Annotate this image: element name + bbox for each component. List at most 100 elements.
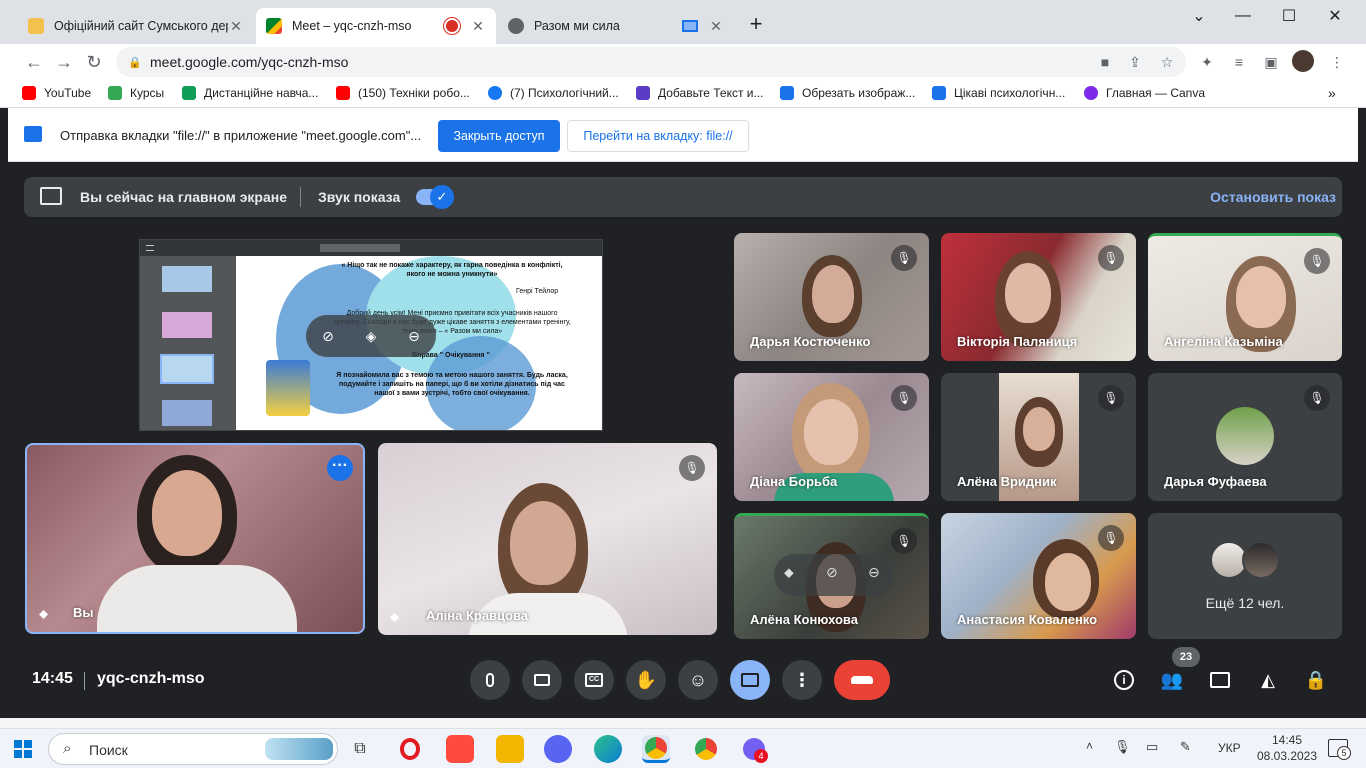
coat-of-arms-icon xyxy=(28,18,44,34)
address-bar[interactable]: 🔒 meet.google.com/yqc-cnzh-mso xyxy=(116,47,1186,77)
thumbnail-3[interactable] xyxy=(160,354,214,384)
remove-icon[interactable]: ⊖ xyxy=(404,326,424,346)
thumbnail-2[interactable] xyxy=(162,312,212,338)
pin-icon[interactable]: ⬥ xyxy=(784,564,794,581)
participant-tile[interactable]: 🎙 Вікторія Паляниця xyxy=(941,233,1136,361)
more-options-button[interactable]: ··· xyxy=(327,455,353,481)
close-icon[interactable]: ✕ xyxy=(228,18,244,35)
participant-tile[interactable]: 🎙 Анастасия Коваленко xyxy=(941,513,1136,639)
audio-label: Звук показа xyxy=(318,189,401,205)
more-participants-tile[interactable]: Ещё 12 чел. xyxy=(1148,513,1342,639)
bookmarks-bar: YouTube Курсы Дистанційне навча... (150)… xyxy=(0,78,1366,108)
participant-tile[interactable]: 🎙 Діана Борьба xyxy=(734,373,929,501)
hand-icon: ✋ xyxy=(634,669,658,690)
taskbar-search[interactable]: ⌕ Поиск xyxy=(48,733,338,765)
thumbnail-1[interactable] xyxy=(162,266,212,292)
reactions-button[interactable]: ☺ xyxy=(678,660,718,700)
participant-tile[interactable]: 🎙 Дарья Костюченко xyxy=(734,233,929,361)
discord-icon[interactable] xyxy=(544,735,572,763)
language-indicator[interactable]: УКР xyxy=(1218,741,1241,755)
host-controls-button[interactable]: 🔒 xyxy=(1302,666,1330,694)
captions-button[interactable]: CC xyxy=(574,660,614,700)
media-icon[interactable]: ≡ xyxy=(1226,49,1252,75)
pin-off-icon[interactable]: ⊘ xyxy=(318,326,338,346)
stop-presenting-button[interactable]: Остановить показ xyxy=(1210,189,1336,205)
chrome-icon[interactable] xyxy=(692,735,720,763)
notification-icon[interactable]: 5 xyxy=(1328,739,1351,760)
microphone-icon[interactable]: 🎙 xyxy=(1114,739,1131,755)
mic-button[interactable] xyxy=(470,660,510,700)
participant-tile-main[interactable]: 🎙 ⬥ Аліна Кравцова xyxy=(378,443,717,635)
participant-tile[interactable]: 🎙 Ангеліна Казьміна xyxy=(1148,233,1342,361)
pen-icon[interactable]: ✎ xyxy=(1180,739,1191,755)
meeting-info-button[interactable]: i xyxy=(1110,666,1138,694)
forward-button[interactable]: → xyxy=(50,48,78,76)
activities-button[interactable]: ◭ xyxy=(1254,666,1282,694)
chat-button[interactable] xyxy=(1206,666,1234,694)
back-button[interactable]: ← xyxy=(20,48,48,76)
raise-hand-button[interactable]: ✋ xyxy=(626,660,666,700)
participant-name: Діана Борьба xyxy=(750,474,838,489)
windows-start-icon[interactable] xyxy=(14,740,32,758)
new-tab-button[interactable]: + xyxy=(744,12,768,36)
menu-icon[interactable]: ⋮ xyxy=(1324,49,1350,75)
close-icon[interactable]: ✕ xyxy=(470,18,486,35)
clock-date[interactable]: 08.03.2023 xyxy=(1254,749,1320,763)
viber-icon[interactable]: 4 xyxy=(740,735,768,763)
more-options-button[interactable]: ⋮ xyxy=(782,660,822,700)
speaker-icon[interactable]: ◈ xyxy=(361,326,381,346)
star-icon[interactable]: ☆ xyxy=(1154,49,1180,75)
avatar[interactable] xyxy=(1292,50,1314,72)
opera-icon[interactable] xyxy=(396,735,424,763)
lock-icon: 🔒 xyxy=(128,57,142,69)
more-bookmarks-icon[interactable]: » xyxy=(1328,84,1336,102)
tab-razom[interactable]: Разом ми сила ✕ xyxy=(498,8,734,44)
participant-tile[interactable]: 🎙 Дарья Фуфаева xyxy=(1148,373,1342,501)
camera-icon[interactable]: ■ xyxy=(1092,49,1118,75)
maximize-button[interactable]: ☐ xyxy=(1266,0,1312,32)
battery-icon[interactable]: ▭ xyxy=(1146,739,1158,755)
participant-tile[interactable]: ⬥ ⊘ ⊖ 🎙 Алёна Конюхова xyxy=(734,513,929,639)
pin-icon[interactable]: ⬥ xyxy=(390,609,399,625)
bookmark-techniques[interactable]: (150) Техніки робо... xyxy=(336,84,470,102)
leave-call-button[interactable] xyxy=(834,660,890,700)
share-icon[interactable]: ⇪ xyxy=(1122,49,1148,75)
close-window-button[interactable]: ✕ xyxy=(1312,0,1358,32)
self-tile[interactable]: ··· ⬥ Вы xyxy=(25,443,365,634)
close-icon[interactable]: ✕ xyxy=(708,18,724,35)
bookmark-distance[interactable]: Дистанційне навча... xyxy=(182,84,318,102)
goto-tab-button[interactable]: Перейти на вкладку: file:// xyxy=(567,120,749,152)
reload-button[interactable]: ↻ xyxy=(80,48,108,76)
participant-tile[interactable]: 🎙 Алёна Вридник xyxy=(941,373,1136,501)
clock-time[interactable]: 14:45 xyxy=(1262,733,1312,747)
audio-toggle[interactable]: ✓ xyxy=(416,185,454,209)
minimize-button[interactable]: — xyxy=(1220,0,1266,32)
tab-meet[interactable]: Meet – yqc-cnzh-mso ✕ xyxy=(256,8,496,44)
tab-sumy-site[interactable]: Офіційний сайт Сумського дер ✕ xyxy=(18,8,254,44)
stop-sharing-button[interactable]: Закрыть доступ xyxy=(438,120,560,152)
bookmark-psych[interactable]: (7) Психологічний... xyxy=(488,84,619,102)
mute-icon[interactable]: ⊘ xyxy=(826,564,838,581)
remove-icon[interactable]: ⊖ xyxy=(868,564,880,581)
presenting-bar: Вы сейчас на главном экране Звук показа … xyxy=(24,177,1342,217)
chrome-icon-active[interactable] xyxy=(642,735,670,763)
present-button[interactable] xyxy=(730,660,770,700)
file-explorer-icon[interactable] xyxy=(496,735,524,763)
bookmark-text[interactable]: Добавьте Текст и... xyxy=(636,84,764,102)
thumbnail-4[interactable] xyxy=(162,400,212,426)
sidepanel-icon[interactable]: ▣ xyxy=(1258,49,1284,75)
extensions-icon[interactable]: ✦ xyxy=(1194,49,1220,75)
camera-app-icon[interactable] xyxy=(446,735,474,763)
bookmark-canva[interactable]: Главная — Canva xyxy=(1084,84,1205,102)
edge-icon[interactable] xyxy=(594,735,622,763)
chevron-down-icon[interactable]: ⌄ xyxy=(1176,0,1222,32)
bookmark-courses[interactable]: Курсы xyxy=(108,84,164,102)
task-view-icon[interactable]: ⧉ xyxy=(346,735,374,763)
pin-icon[interactable]: ⬥ xyxy=(39,606,53,622)
camera-button[interactable] xyxy=(522,660,562,700)
bookmark-crop[interactable]: Обрезать изображ... xyxy=(780,84,915,102)
bookmark-interesting[interactable]: Цікаві психологічн... xyxy=(932,84,1065,102)
chevron-up-icon[interactable]: ˄ xyxy=(1086,739,1093,753)
people-button[interactable]: 👥 xyxy=(1158,666,1186,694)
bookmark-youtube[interactable]: YouTube xyxy=(22,84,91,102)
